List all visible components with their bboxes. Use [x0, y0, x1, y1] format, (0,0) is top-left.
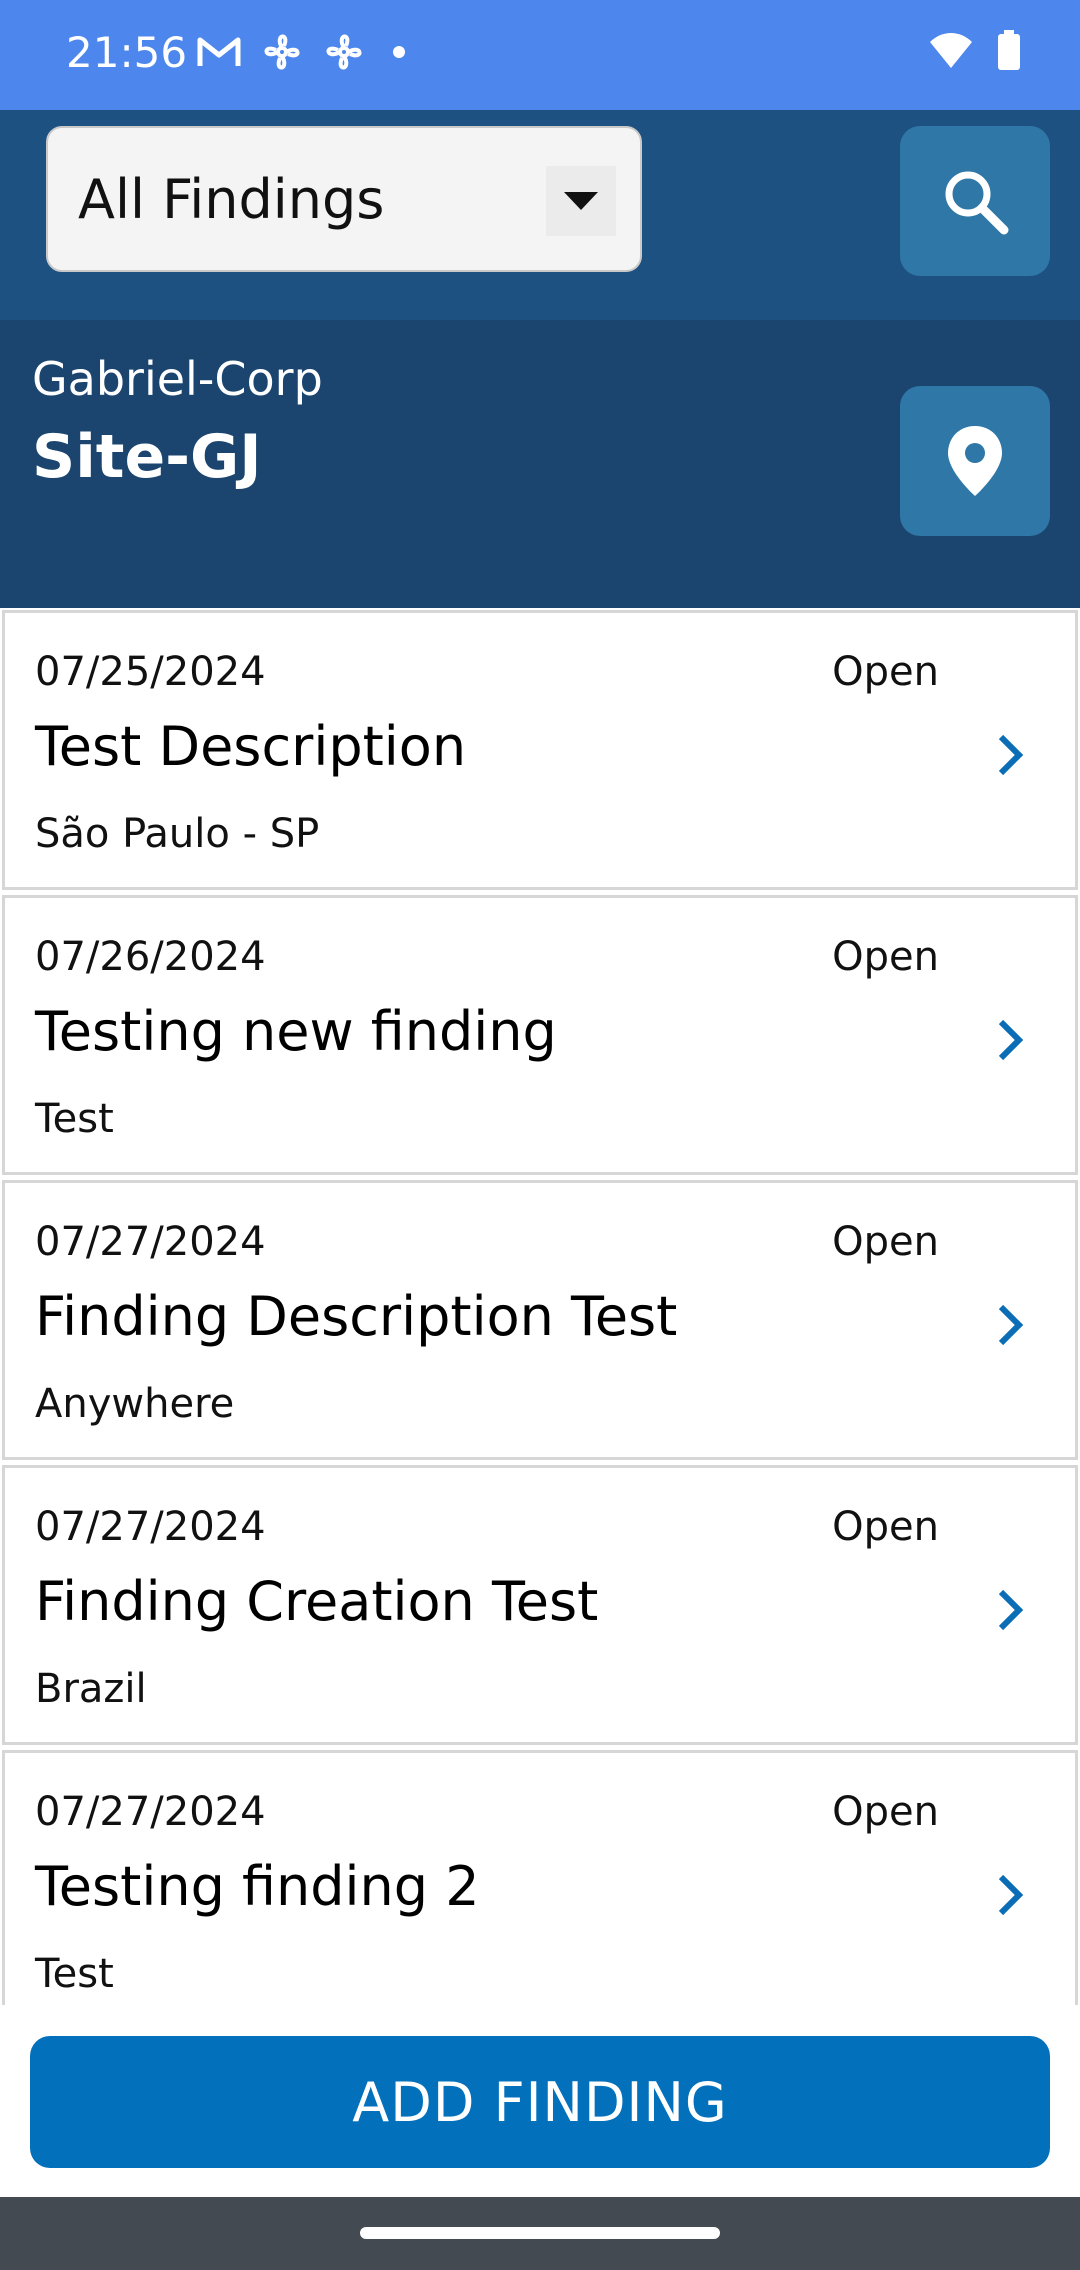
finding-card[interactable]: 07/27/2024 Open Finding Description Test…	[2, 1180, 1078, 1460]
wifi-icon	[930, 33, 972, 68]
finding-title: Finding Creation Test	[35, 1570, 599, 1633]
notification-icons	[196, 30, 414, 74]
location-pin-icon	[948, 426, 1002, 496]
finding-card[interactable]: 07/27/2024 Open Testing finding 2 Test	[2, 1750, 1078, 2005]
search-button[interactable]	[900, 126, 1050, 276]
status-time: 21:56	[66, 28, 188, 77]
chevron-right-icon	[998, 1874, 1024, 1916]
dot-icon	[393, 46, 405, 58]
gmail-icon	[197, 37, 241, 66]
site-header: Gabriel-Corp Site-GJ	[0, 320, 1080, 608]
finding-status: Open	[832, 934, 939, 980]
finding-date: 07/25/2024	[35, 649, 266, 695]
company-name: Gabriel-Corp	[32, 352, 323, 406]
finding-card[interactable]: 07/26/2024 Open Testing new finding Test	[2, 895, 1078, 1175]
finding-card[interactable]: 07/27/2024 Open Finding Creation Test Br…	[2, 1465, 1078, 1745]
finding-location: Anywhere	[35, 1381, 235, 1427]
add-finding-button[interactable]: ADD FINDING	[30, 2036, 1050, 2168]
chevron-right-icon	[998, 1304, 1024, 1346]
location-button[interactable]	[900, 386, 1050, 536]
fan-icon	[326, 34, 362, 70]
finding-title: Test Description	[35, 715, 467, 778]
finding-title: Testing finding 2	[35, 1855, 480, 1918]
finding-date: 07/27/2024	[35, 1504, 266, 1550]
finding-title: Finding Description Test	[35, 1285, 678, 1348]
chevron-right-icon	[998, 734, 1024, 776]
status-bar: 21:56	[0, 0, 1080, 110]
finding-location: São Paulo - SP	[35, 811, 320, 857]
finding-status: Open	[832, 1789, 939, 1835]
finding-location: Brazil	[35, 1666, 147, 1712]
system-nav-bar	[0, 2197, 1080, 2270]
finding-date: 07/27/2024	[35, 1789, 266, 1835]
findings-list: 07/25/2024 Open Test Description São Pau…	[0, 610, 1080, 2005]
finding-status: Open	[832, 649, 939, 695]
chevron-right-icon	[998, 1019, 1024, 1061]
finding-title: Testing new finding	[35, 1000, 557, 1063]
battery-icon	[998, 30, 1020, 70]
chevron-right-icon	[998, 1589, 1024, 1631]
caret-down-icon	[546, 166, 616, 236]
filter-selected-value: All Findings	[78, 168, 385, 231]
fan-icon	[264, 34, 300, 70]
finding-status: Open	[832, 1504, 939, 1550]
bottom-action-area: ADD FINDING	[0, 2005, 1080, 2197]
home-indicator[interactable]	[360, 2227, 720, 2239]
findings-filter-dropdown[interactable]: All Findings	[46, 126, 642, 272]
finding-location: Test	[35, 1096, 114, 1142]
system-icons	[928, 30, 1022, 70]
toolbar: All Findings	[0, 110, 1080, 320]
finding-location: Test	[35, 1951, 114, 1997]
finding-date: 07/27/2024	[35, 1219, 266, 1265]
site-name: Site-GJ	[32, 422, 262, 492]
search-icon	[945, 171, 1009, 235]
finding-date: 07/26/2024	[35, 934, 266, 980]
finding-status: Open	[832, 1219, 939, 1265]
finding-card[interactable]: 07/25/2024 Open Test Description São Pau…	[2, 610, 1078, 890]
